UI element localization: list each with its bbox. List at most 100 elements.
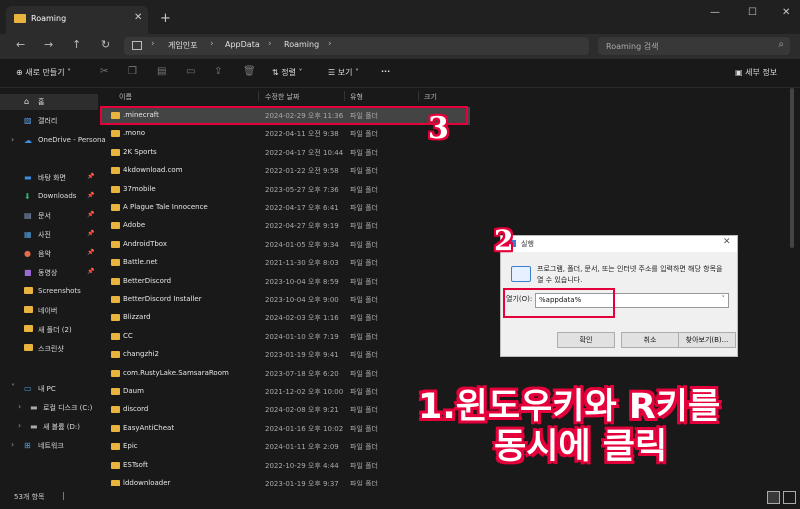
breadcrumb-item[interactable]: AppData	[225, 40, 260, 49]
sidebar-item-downloads[interactable]: ⬇ Downloads 📌	[0, 189, 98, 205]
drive-icon: ▬	[30, 403, 38, 412]
sort-button[interactable]: ⇅ 정렬 ˅	[272, 67, 303, 78]
sidebar-item-screenshot-kr[interactable]: 스크린샷	[0, 341, 98, 357]
table-row[interactable]: A Plague Tale Innocence 2022-04-17 오후 6:4…	[100, 199, 470, 217]
search-input[interactable]: Roaming 검색 ⌕	[598, 37, 790, 55]
table-row[interactable]: BetterDiscord Installer 2023-10-04 오후 9:0…	[100, 291, 470, 309]
table-row[interactable]: lddownloader 2023-01-19 오후 9:37 파일 폴더	[100, 475, 470, 486]
pin-icon[interactable]: 📌	[87, 268, 94, 275]
back-icon[interactable]: ←	[16, 38, 25, 51]
refresh-icon[interactable]: ↻	[101, 38, 110, 51]
table-row[interactable]: EasyAntiCheat 2024-01-16 오후 10:02 파일 폴더	[100, 420, 470, 438]
new-button[interactable]: ⊕ 새로 만들기 ˅	[16, 67, 71, 78]
column-header-type[interactable]: 유형	[350, 92, 363, 102]
details-view-button[interactable]	[767, 491, 780, 504]
details-button[interactable]: ▣ 세부 정보	[735, 67, 777, 78]
sidebar-item-local-disk-c[interactable]: › ▬ 로컬 디스크 (C:)	[0, 400, 98, 416]
pin-icon[interactable]: 📌	[87, 192, 94, 199]
maximize-button[interactable]: ☐	[748, 7, 757, 18]
delete-icon[interactable]: 🗑	[243, 66, 256, 77]
rename-icon[interactable]: ▭	[186, 66, 195, 77]
file-type: 파일 폴더	[350, 240, 378, 249]
command-bar: ⊕ 새로 만들기 ˅ ✂ ❐ ▤ ▭ ⇪ 🗑 ⇅ 정렬 ˅ ☰ 보기 ˅ ···…	[0, 59, 800, 88]
table-row[interactable]: Adobe 2022-04-27 오후 9:19 파일 폴더	[100, 217, 470, 235]
file-type: 파일 폴더	[350, 461, 378, 470]
file-type: 파일 폴더	[350, 388, 378, 396]
column-header-name[interactable]: 이름	[119, 92, 132, 102]
pin-icon[interactable]: 📌	[87, 249, 94, 256]
search-placeholder: Roaming 검색	[606, 42, 659, 51]
sidebar-item-label: 새 폴더 (2)	[38, 326, 72, 334]
sidebar-item-screenshots[interactable]: Screenshots	[0, 284, 98, 300]
column-divider[interactable]	[258, 91, 259, 101]
breadcrumb-item[interactable]: 게임인포	[168, 40, 197, 51]
copy-icon[interactable]: ❐	[128, 66, 137, 77]
sidebar-item-onedrive[interactable]: › ☁ OneDrive - Persona	[0, 133, 106, 149]
minimize-button[interactable]: —	[710, 7, 720, 18]
breadcrumb-item[interactable]: Roaming	[284, 40, 319, 49]
chevron-right-icon[interactable]: ›	[11, 135, 14, 144]
share-icon[interactable]: ⇪	[214, 66, 222, 77]
address-bar[interactable]: › 게임인포 › AppData › Roaming ›	[124, 37, 589, 55]
chevron-right-icon[interactable]: ›	[18, 402, 21, 411]
table-row[interactable]: com.RustyLake.SamsaraRoom 2023-07-18 오후 6…	[100, 365, 470, 383]
scrollbar[interactable]	[790, 88, 794, 248]
table-row[interactable]: Epic 2024-01-11 오후 2:09 파일 폴더	[100, 438, 470, 456]
folder-icon	[111, 443, 120, 451]
sidebar-item-gallery[interactable]: ▨ 갤러리	[0, 113, 98, 129]
table-row[interactable]: CC 2024-01-10 오후 7:19 파일 폴더	[100, 328, 470, 346]
more-button[interactable]: ···	[381, 67, 390, 76]
table-row[interactable]: 4kdownload.com 2022-01-22 오전 9:58 파일 폴더	[100, 162, 470, 180]
sidebar-item-network[interactable]: › ⊞ 네트워크	[0, 438, 98, 454]
table-row[interactable]: Battle.net 2021-11-30 오후 8:03 파일 폴더	[100, 254, 470, 272]
table-row[interactable]: ESTsoft 2022-10-29 오후 4:44 파일 폴더	[100, 457, 470, 475]
sidebar-item-music[interactable]: ● 음악 📌	[0, 246, 98, 262]
cancel-button[interactable]: 취소	[621, 332, 679, 348]
forward-icon[interactable]: →	[44, 38, 53, 51]
tiles-view-button[interactable]	[783, 491, 796, 504]
column-divider[interactable]	[418, 91, 419, 101]
chevron-right-icon[interactable]: ›	[18, 421, 21, 430]
pin-icon[interactable]: 📌	[87, 173, 94, 180]
table-row[interactable]: Blizzard 2024-02-03 오후 1:16 파일 폴더	[100, 309, 470, 327]
ok-button[interactable]: 확인	[557, 332, 615, 348]
paste-icon[interactable]: ▤	[157, 66, 166, 77]
tab-close-icon[interactable]: ✕	[134, 12, 142, 23]
new-tab-button[interactable]: +	[160, 11, 171, 26]
close-icon[interactable]: ✕	[723, 237, 731, 247]
pin-icon[interactable]: 📌	[87, 230, 94, 237]
pin-icon[interactable]: 📌	[87, 211, 94, 218]
chevron-down-icon[interactable]: ˅	[11, 383, 15, 392]
table-row[interactable]: 37mobile 2023-05-27 오후 7:36 파일 폴더	[100, 181, 470, 199]
sidebar-item-pictures[interactable]: ▦ 사진 📌	[0, 227, 98, 243]
sidebar-item-naver[interactable]: 네이버	[0, 303, 98, 319]
file-date: 2022-04-17 오전 10:44	[265, 148, 344, 157]
table-row[interactable]: AndroidTbox 2024-01-05 오후 9:34 파일 폴더	[100, 236, 470, 254]
sidebar-item-documents[interactable]: ▤ 문서 📌	[0, 208, 98, 224]
tab-roaming[interactable]: Roaming ✕	[6, 6, 148, 34]
view-button[interactable]: ☰ 보기 ˅	[328, 67, 359, 78]
table-row[interactable]: discord 2024-02-08 오후 9:21 파일 폴더	[100, 401, 470, 419]
close-button[interactable]: ✕	[782, 7, 790, 18]
highlight-box-step3	[100, 106, 468, 125]
cut-icon[interactable]: ✂	[100, 66, 108, 77]
chevron-down-icon[interactable]: ˅	[722, 295, 726, 303]
column-header-date[interactable]: 수정한 날짜	[265, 92, 299, 102]
table-row[interactable]: 2K Sports 2022-04-17 오전 10:44 파일 폴더	[100, 144, 470, 162]
table-row[interactable]: changzhi2 2023-01-19 오후 9:41 파일 폴더	[100, 346, 470, 364]
column-divider[interactable]	[344, 91, 345, 101]
column-header-size[interactable]: 크기	[424, 92, 437, 102]
up-icon[interactable]: ↑	[72, 38, 81, 51]
table-row[interactable]: BetterDiscord 2023-10-04 오후 8:59 파일 폴더	[100, 273, 470, 291]
table-row[interactable]: Daum 2021-12-02 오후 10:00 파일 폴더	[100, 383, 470, 401]
sidebar-item-videos[interactable]: ■ 동영상 📌	[0, 265, 98, 281]
browse-button[interactable]: 찾아보기(B)...	[678, 332, 736, 348]
sidebar-item-this-pc[interactable]: ˅ ▭ 내 PC	[0, 381, 98, 397]
file-date: 2022-04-27 오후 9:19	[265, 222, 339, 231]
table-row[interactable]: .mono 2022-04-11 오전 9:38 파일 폴더	[100, 125, 470, 143]
sidebar-item-desktop[interactable]: ▬ 바탕 화면 📌	[0, 170, 98, 186]
sidebar-item-new-folder-2[interactable]: 새 폴더 (2)	[0, 322, 98, 338]
sidebar-item-volume-d[interactable]: › ▬ 새 볼륨 (D:)	[0, 419, 98, 435]
chevron-right-icon[interactable]: ›	[11, 440, 14, 449]
sidebar-item-home[interactable]: ⌂ 홈	[0, 94, 98, 110]
